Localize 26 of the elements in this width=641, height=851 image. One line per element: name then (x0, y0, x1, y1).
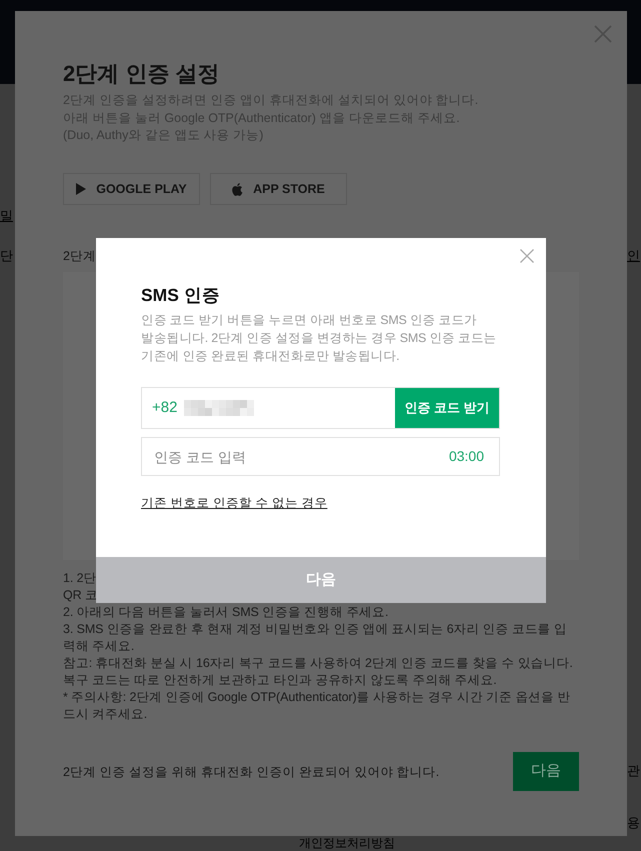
page-link[interactable]: 밀 (0, 208, 15, 224)
page-text: 용 (627, 815, 641, 831)
apple-icon (232, 182, 244, 196)
dialog-title: SMS 인증 (141, 284, 221, 307)
dialog-title: 2단계 인증 설정 (63, 61, 220, 87)
close-icon[interactable] (520, 249, 534, 263)
footer-link[interactable]: 개인정보처리방침 (299, 837, 395, 850)
note-text: 1. 2단 (63, 570, 96, 586)
section-heading: 2단계 (63, 248, 96, 264)
play-icon (76, 183, 86, 195)
store-button[interactable]: GOOGLE PLAY (63, 173, 200, 205)
requirement-text: 2단계 인증 설정을 위해 휴대전화 인증이 완료되어 있어야 합니다. (63, 764, 440, 780)
note-text: 2. 아래의 다음 버튼을 눌러서 SMS 인증을 진행해 주세요. (63, 604, 388, 620)
page-link[interactable]: 인 (627, 248, 641, 264)
note-text: 3. SMS 인증을 완료한 후 현재 계정 비밀번호와 인증 앱에 표시되는 6자리 인증 코드를 입력해 주세요. (63, 620, 568, 654)
countdown-timer-text: 03:00 (448, 448, 484, 465)
help-link[interactable]: 기존 번호로 인증할 수 없는 경우 (141, 495, 328, 511)
page-text: 관 (627, 763, 641, 779)
page-text: 단 (0, 248, 14, 264)
note-text: 참고: 휴대전화 분실 시 16자리 복구 코드를 사용하여 2단계 인증 코드를 찾을 수 있습니다. 복구 코드는 따로 안전하게 보관하고 타인과 공유하지 않도록 주의해 주세요. (63, 654, 574, 688)
next-button[interactable]: 다음 (513, 752, 579, 791)
close-icon[interactable] (594, 25, 612, 43)
store-button[interactable]: APP STORE (210, 173, 347, 205)
dialog-description: 인증 코드 받기 버튼을 누르면 아래 번호로 SMS 인증 코드가 발송됩니다. 2단계 인증 설정을 변경하는 경우 SMS 인증 코드는 기존에 인증 완료된 휴대전화로만 발송됩니다. (141, 312, 498, 365)
note-text: QR 코 (63, 586, 98, 604)
note-text: * 주의사항: 2단계 인증에 Google OTP(Authenticator)를 사용하는 경우 시간 기준 옵션을 반드시 켜주세요. (63, 688, 572, 722)
